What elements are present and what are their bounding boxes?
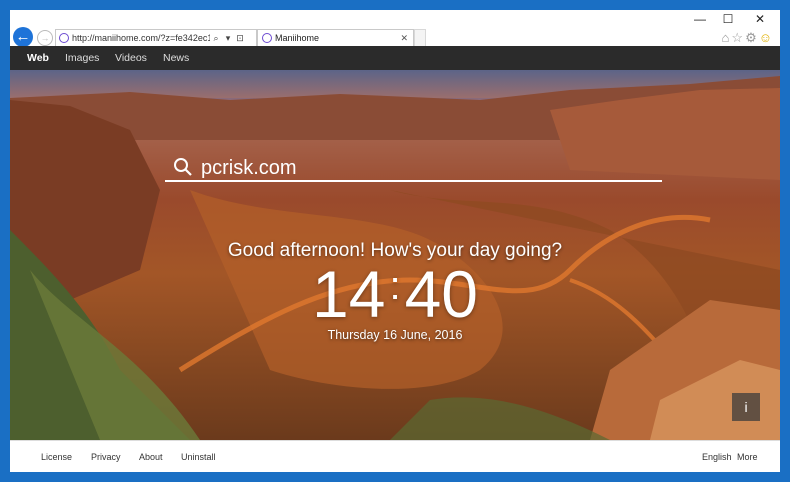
- info-button[interactable]: i: [732, 393, 760, 421]
- browser-window: ← → http://maniihome.com/?z=fe342ec1-⌕ ▾ ⊡…: [10, 10, 780, 472]
- nav-news[interactable]: News: [163, 46, 189, 70]
- background-image: Good afternoon! How's your day going? 14…: [10, 70, 780, 440]
- footer-link-privacy[interactable]: Privacy: [91, 441, 121, 472]
- vertical-nav-bar: Web Images Videos News: [10, 46, 780, 70]
- minimize-button[interactable]: —: [688, 12, 712, 26]
- clock-minutes: 40: [404, 257, 478, 331]
- clock: 14:40: [10, 256, 780, 332]
- nav-images[interactable]: Images: [65, 46, 99, 70]
- search-input[interactable]: [201, 156, 641, 180]
- footer: License Privacy About Uninstall English …: [10, 440, 780, 472]
- search-icon[interactable]: ⌕: [210, 30, 222, 47]
- home-icon[interactable]: ⌂: [722, 30, 732, 45]
- language-selector[interactable]: English: [702, 441, 732, 472]
- maximize-button[interactable]: ☐: [716, 12, 740, 26]
- date-text: Thursday 16 June, 2016: [327, 328, 463, 342]
- search-box[interactable]: [165, 156, 662, 182]
- close-tab-icon[interactable]: ✕: [400, 30, 408, 47]
- compat-icon[interactable]: ⊡: [234, 30, 246, 47]
- tab-favicon-icon: [262, 33, 272, 43]
- toolbar-icons: ⌂☆⚙☺: [722, 30, 774, 46]
- star-icon[interactable]: ☆: [731, 30, 745, 45]
- forward-button[interactable]: →: [37, 30, 53, 46]
- smiley-icon[interactable]: ☺: [759, 30, 774, 45]
- arrow-right-icon: →: [40, 33, 50, 43]
- nav-web[interactable]: Web: [27, 46, 49, 70]
- more-link[interactable]: More: [737, 441, 758, 472]
- close-button[interactable]: ✕: [748, 12, 772, 26]
- arrow-left-icon: ←: [15, 28, 31, 45]
- footer-link-uninstall[interactable]: Uninstall: [181, 441, 216, 472]
- search-icon[interactable]: [173, 157, 193, 177]
- browser-tab[interactable]: Maniihome ✕: [257, 29, 414, 47]
- dropdown-icon[interactable]: ▾: [222, 30, 234, 47]
- gear-icon[interactable]: ⚙: [745, 30, 759, 45]
- browser-frame: ← → http://maniihome.com/?z=fe342ec1-⌕ ▾ ⊡…: [0, 0, 790, 482]
- title-bar: ← → http://maniihome.com/?z=fe342ec1-⌕ ▾ ⊡…: [10, 10, 780, 60]
- site-favicon-icon: [59, 33, 69, 43]
- nav-videos[interactable]: Videos: [115, 46, 147, 70]
- tab-title: Maniihome: [275, 33, 320, 43]
- footer-link-about[interactable]: About: [139, 441, 163, 472]
- clock-hours: 14: [312, 257, 386, 331]
- clock-separator: :: [389, 264, 401, 308]
- new-tab-button[interactable]: [414, 29, 426, 47]
- footer-link-license[interactable]: License: [41, 441, 72, 472]
- back-button[interactable]: ←: [13, 27, 33, 47]
- address-url[interactable]: http://maniihome.com/?z=fe342ec1-: [72, 30, 210, 47]
